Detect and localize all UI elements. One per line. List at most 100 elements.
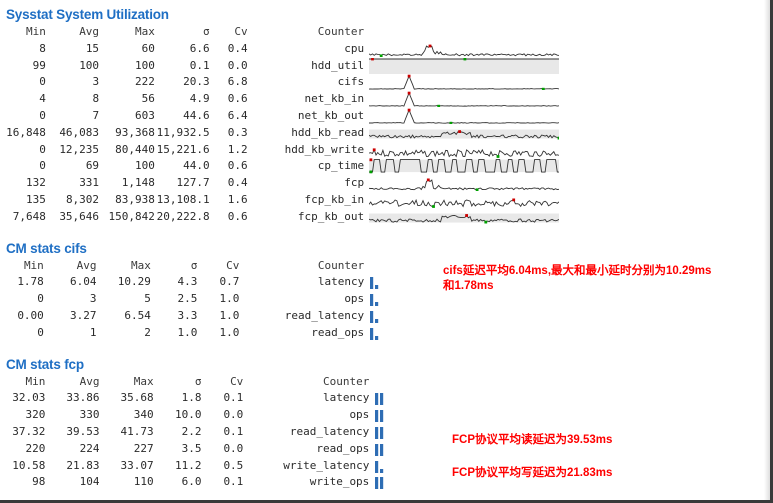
- cell-cv: 0.0: [202, 441, 244, 458]
- sparkline-chart-icon: [369, 41, 559, 57]
- cell-avg: 3: [44, 291, 97, 308]
- cell-cv: 1.0: [197, 325, 239, 342]
- cell-sigma: 10.0: [154, 407, 202, 424]
- cell-avg: 21.83: [45, 458, 99, 475]
- sparkline-chart-icon: [369, 91, 559, 107]
- sparkline-hdd_kb_read: [369, 125, 565, 142]
- col-header-sparkline: [369, 24, 565, 41]
- cell-spacer: [239, 325, 274, 342]
- cell-max: 35.68: [100, 390, 154, 407]
- cell-sigma: 13,108.1: [155, 192, 210, 209]
- cell-note: [565, 41, 770, 58]
- sparkline-chart-icon: [369, 326, 380, 340]
- cell-note: [565, 74, 770, 91]
- cell-counter-name: read_latency: [278, 424, 374, 441]
- sparkline-fcp_kb_out: [369, 209, 565, 226]
- sparkline-chart-icon: [369, 275, 380, 289]
- col-header-max: Max: [96, 258, 150, 275]
- cell-spacer: [243, 407, 278, 424]
- cell-avg: 12,235: [46, 142, 99, 159]
- cell-min: 8: [0, 41, 46, 58]
- cell-avg: 3.27: [44, 308, 97, 325]
- table-row: 132 331 1,148 127.7 0.4 fcp: [0, 175, 770, 192]
- cell-avg: 330: [45, 407, 99, 424]
- cell-note: [523, 390, 770, 407]
- cell-counter-name: cpu: [277, 41, 370, 58]
- table-row: 99 100 100 0.1 0.0 hdd_util: [0, 58, 770, 75]
- sparkline-chart-icon: [369, 192, 559, 208]
- cell-min: 16,848: [0, 125, 46, 142]
- cell-max: 340: [100, 407, 154, 424]
- cell-avg: 100: [46, 58, 99, 75]
- table-row: 220 224 227 3.5 0.0 read_ops: [0, 441, 770, 458]
- cell-spacer: [248, 209, 277, 226]
- table-row: 7,648 35,646 150,842 20,222.8 0.6 fcp_kb_out: [0, 209, 770, 226]
- cell-spacer: [248, 142, 277, 159]
- stats-table-cm-stats-fcp-body: Min Avg Max σ Cv Counter 32.03 33.86 35.68…: [0, 374, 770, 492]
- col-header-min: Min: [0, 374, 45, 391]
- cell-max: 227: [100, 441, 154, 458]
- cell-counter-name: ops: [278, 407, 374, 424]
- sparkline-chart-icon: [374, 459, 385, 473]
- col-header-min: Min: [0, 258, 44, 275]
- annotation-note: FCP协议平均读延迟为39.53ms: [452, 433, 612, 448]
- cell-avg: 33.86: [45, 390, 99, 407]
- sparkline-read_ops: [369, 325, 519, 342]
- cell-counter-name: fcp: [277, 175, 370, 192]
- cell-sigma: 20.3: [155, 74, 210, 91]
- cell-avg: 8,302: [46, 192, 99, 209]
- cell-max: 83,938: [99, 192, 155, 209]
- cell-avg: 224: [45, 441, 99, 458]
- col-header-avg: Avg: [45, 374, 99, 391]
- cell-avg: 331: [46, 175, 99, 192]
- col-header-cv: Cv: [210, 24, 248, 41]
- table-row: 0 69 100 44.0 0.6 cp_time: [0, 158, 770, 175]
- col-header-cv: Cv: [197, 258, 239, 275]
- cell-cv: 0.0: [202, 407, 244, 424]
- cell-avg: 104: [45, 474, 99, 491]
- sparkline-latency: [374, 390, 522, 407]
- cell-spacer: [248, 125, 277, 142]
- cell-note: [523, 407, 770, 424]
- cell-note: [565, 91, 770, 108]
- cell-min: 132: [0, 175, 46, 192]
- cell-cv: 0.7: [197, 274, 239, 291]
- cell-sigma: 127.7: [155, 175, 210, 192]
- cell-counter-name: ops: [275, 291, 369, 308]
- table-row: 0 3 222 20.3 6.8 cifs: [0, 74, 770, 91]
- table-row: 32.03 33.86 35.68 1.8 0.1 latency: [0, 390, 770, 407]
- cell-sigma: 6.6: [155, 41, 210, 58]
- cell-min: 98: [0, 474, 45, 491]
- cell-cv: 0.5: [202, 458, 244, 475]
- cell-max: 33.07: [100, 458, 154, 475]
- col-header-counter: Counter: [278, 374, 374, 391]
- cell-max: 110: [100, 474, 154, 491]
- sparkline-chart-icon: [369, 125, 559, 141]
- cell-note: [565, 175, 770, 192]
- cell-spacer: [248, 175, 277, 192]
- table-row: 0 12,235 80,440 15,221.6 1.2 hdd_kb_write: [0, 142, 770, 159]
- cell-avg: 6.04: [44, 274, 97, 291]
- col-header-counter: Counter: [275, 258, 369, 275]
- col-header-cv: Cv: [202, 374, 244, 391]
- table-row: 4 8 56 4.9 0.6 net_kb_in: [0, 91, 770, 108]
- sparkline-chart-icon: [369, 158, 559, 174]
- cell-spacer: [243, 458, 278, 475]
- cell-note: [565, 142, 770, 159]
- cell-sigma: 4.3: [151, 274, 197, 291]
- cell-note: [565, 158, 770, 175]
- cell-sigma: 3.3: [151, 308, 197, 325]
- cell-min: 220: [0, 441, 45, 458]
- cell-avg: 69: [46, 158, 99, 175]
- col-header-max: Max: [100, 374, 154, 391]
- sparkline-chart-icon: [369, 108, 559, 124]
- stats-table-sysstat: Min Avg Max σ Cv Counter 8 15 60 6.6 0.4 cpu …: [0, 24, 770, 226]
- cell-max: 150,842: [99, 209, 155, 226]
- cell-max: 100: [99, 58, 155, 75]
- cell-avg: 35,646: [46, 209, 99, 226]
- col-header-note: [565, 24, 770, 41]
- cell-min: 37.32: [0, 424, 45, 441]
- sparkline-chart-icon: [374, 425, 385, 439]
- stats-table-sysstat-body: Min Avg Max σ Cv Counter 8 15 60 6.6 0.4 cpu …: [0, 24, 770, 226]
- cell-sigma: 0.1: [155, 58, 210, 75]
